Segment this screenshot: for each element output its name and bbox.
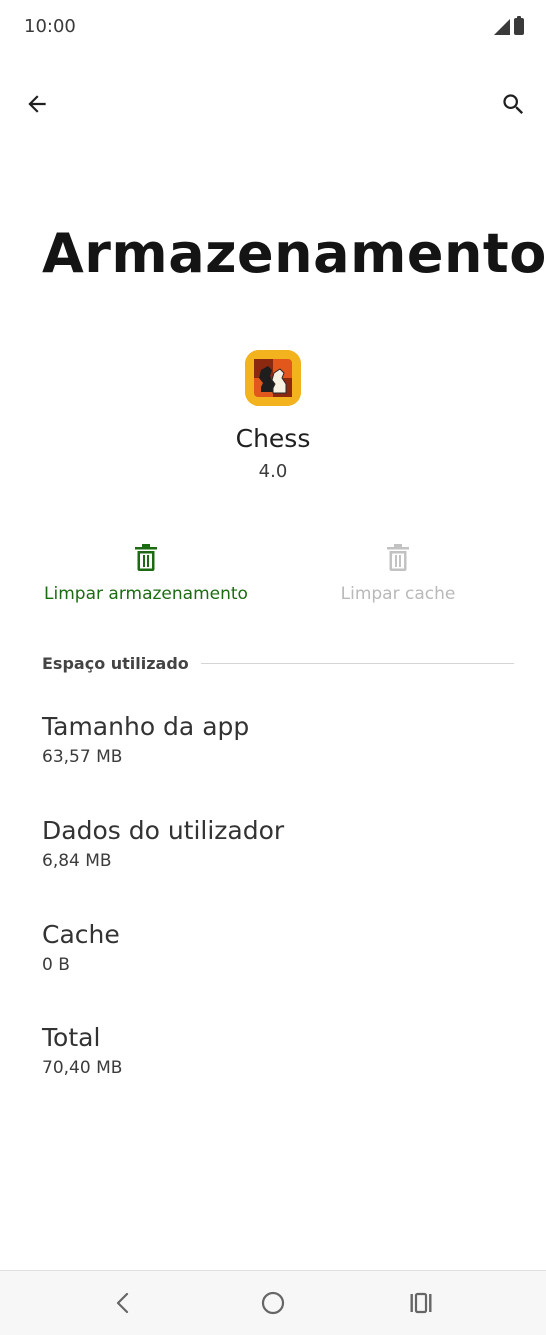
storage-item-user-data: Dados do utilizador 6,84 MB [42,816,502,871]
arrow-back-icon [28,95,46,113]
back-button[interactable] [15,82,59,126]
storage-item-value: 63,57 MB [42,747,123,767]
status-bar: 10:00 [0,0,546,54]
nav-home-icon [261,1291,285,1315]
search-button[interactable] [491,82,535,126]
battery-icon [514,16,524,35]
app-version: 4.0 [258,461,288,482]
signal-icon [494,19,510,35]
trash-icon [387,543,409,571]
clear-cache-button[interactable]: Limpar cache [278,540,518,604]
app-name: Chess [235,424,311,453]
search-icon [502,93,523,114]
app-bar [0,78,546,132]
nav-back-icon [116,1292,129,1314]
clear-storage-button[interactable]: Limpar armazenamento [26,540,266,604]
nav-back-button[interactable] [101,1281,145,1325]
clear-storage-label: Limpar armazenamento [44,584,248,604]
storage-item-name: Dados do utilizador [42,816,285,845]
storage-item-value: 70,40 MB [42,1058,123,1078]
storage-item-name: Total [42,1023,101,1052]
status-time: 10:00 [24,16,76,37]
chess-app-icon [245,350,301,406]
storage-item-name: Cache [42,920,120,949]
storage-item-total: Total 70,40 MB [42,1023,502,1078]
nav-home-button[interactable] [251,1281,295,1325]
storage-item-cache: Cache 0 B [42,920,502,975]
storage-item-app-size: Tamanho da app 63,57 MB [42,712,502,767]
storage-item-value: 6,84 MB [42,851,112,871]
nav-recents-button[interactable] [399,1281,443,1325]
clear-cache-label: Limpar cache [340,584,456,604]
section-divider [200,663,514,664]
section-title: Espaço utilizado [42,654,189,673]
storage-item-name: Tamanho da app [42,712,250,741]
status-icons [494,16,524,35]
navigation-bar [0,1270,546,1335]
trash-icon [135,543,157,571]
page-title: Armazenamento [42,222,546,285]
nav-recents-icon [410,1292,432,1314]
section-header: Espaço utilizado [42,654,514,673]
storage-item-value: 0 B [42,955,70,975]
